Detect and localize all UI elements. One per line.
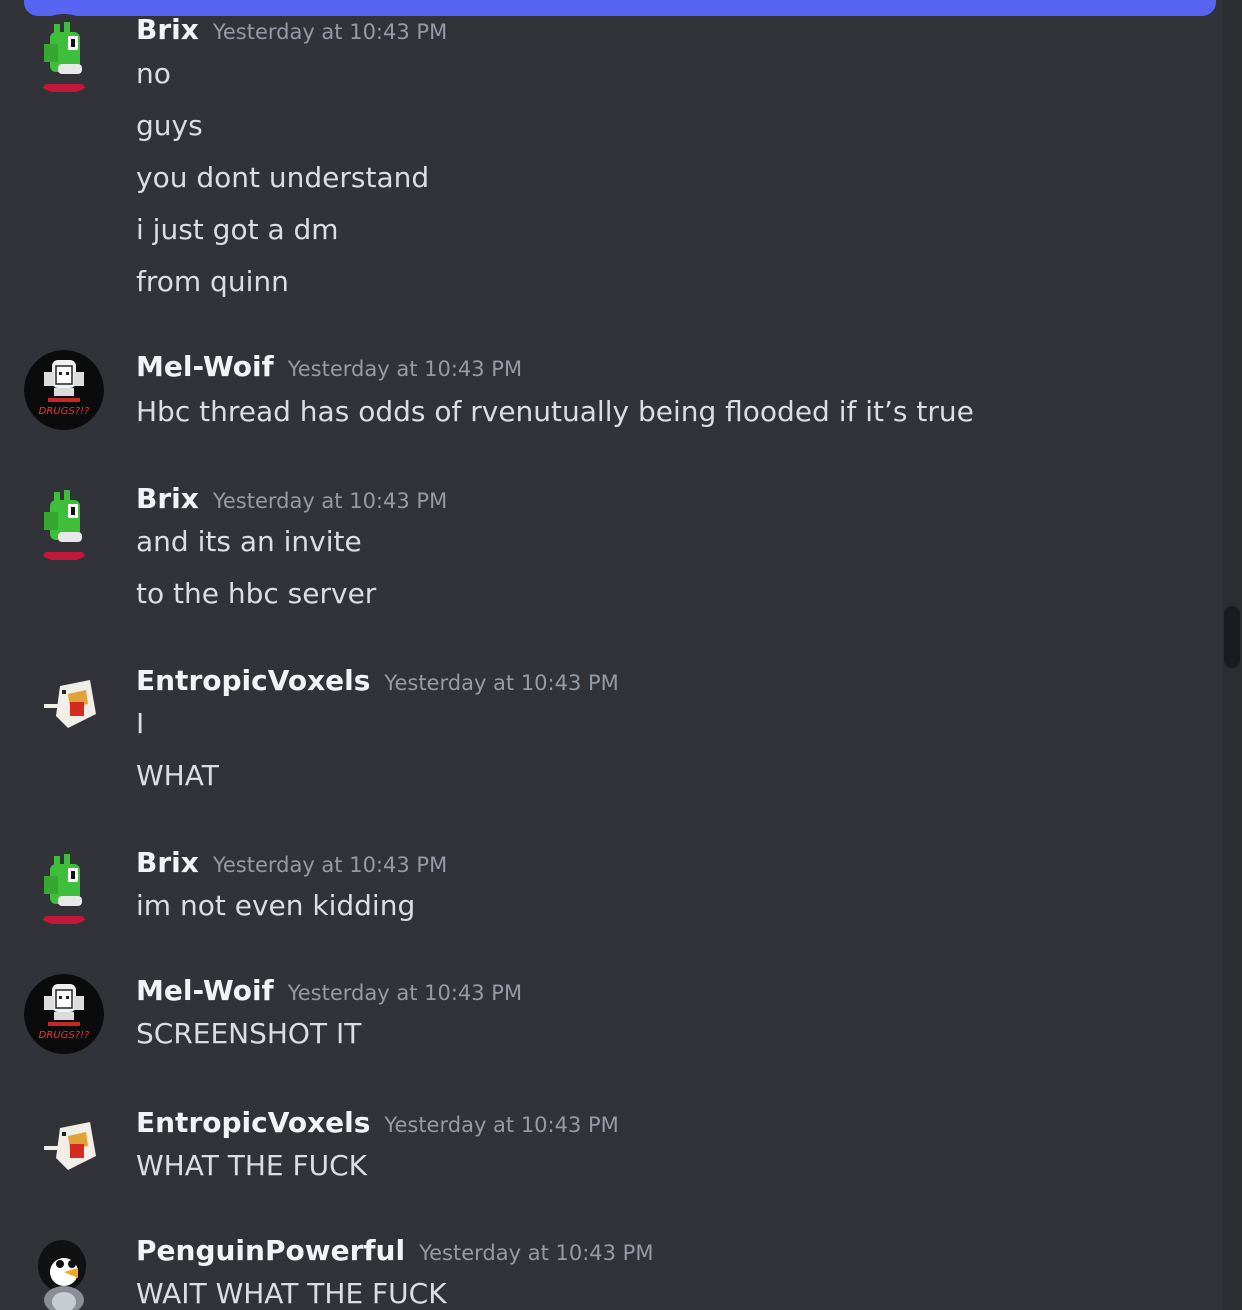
green-dragon-avatar-icon[interactable] (24, 14, 104, 94)
message-text: from quinn (136, 265, 289, 298)
message-timestamp[interactable]: Yesterday at 10:43 PM (213, 853, 447, 877)
green-dragon-avatar-icon[interactable] (24, 846, 104, 926)
message-text: WHAT (136, 759, 219, 792)
voxel-chicken-avatar-icon[interactable] (24, 1106, 104, 1186)
message-header: Mel-Woif Yesterday at 10:43 PM (136, 974, 522, 1010)
message-header: EntropicVoxels Yesterday at 10:43 PM (136, 664, 619, 700)
message-text: WHAT THE FUCK (136, 1149, 367, 1182)
drugs-portrait-avatar-icon[interactable]: DRUGS?!? (24, 350, 104, 430)
message-text: I (136, 707, 145, 740)
message-text: to the hbc server (136, 577, 377, 610)
avatar-caption: DRUGS?!? (39, 1030, 90, 1041)
message-text: im not even kidding (136, 889, 416, 922)
message-header: Brix Yesterday at 10:43 PM (136, 482, 447, 518)
scrollbar-thumb[interactable] (1224, 606, 1240, 668)
message-text: WAIT WHAT THE FUCK (136, 1277, 447, 1310)
username[interactable]: PenguinPowerful (136, 1234, 405, 1267)
message-text: SCREENSHOT IT (136, 1017, 362, 1050)
message-header: Mel-Woif Yesterday at 10:43 PM (136, 350, 522, 386)
username[interactable]: Brix (136, 846, 199, 879)
username[interactable]: Mel-Woif (136, 350, 274, 383)
message-text: you dont understand (136, 161, 430, 194)
message-timestamp[interactable]: Yesterday at 10:43 PM (288, 357, 522, 381)
message-timestamp[interactable]: Yesterday at 10:43 PM (288, 981, 522, 1005)
avatar-caption: DRUGS?!? (39, 406, 90, 417)
message-timestamp[interactable]: Yesterday at 10:43 PM (384, 671, 618, 695)
message-header: EntropicVoxels Yesterday at 10:43 PM (136, 1106, 619, 1142)
username[interactable]: Brix (136, 13, 199, 46)
voxel-chicken-avatar-icon[interactable] (24, 664, 104, 744)
message-text: and its an invite (136, 525, 362, 558)
green-dragon-avatar-icon[interactable] (24, 482, 104, 562)
username[interactable]: EntropicVoxels (136, 1106, 370, 1139)
message-text: i just got a dm (136, 213, 339, 246)
message-timestamp[interactable]: Yesterday at 10:43 PM (213, 489, 447, 513)
username[interactable]: EntropicVoxels (136, 664, 370, 697)
username[interactable]: Mel-Woif (136, 974, 274, 1007)
message-text: guys (136, 109, 203, 142)
drugs-portrait-avatar-icon[interactable]: DRUGS?!? (24, 974, 104, 1054)
message-header: PenguinPowerful Yesterday at 10:43 PM (136, 1234, 653, 1270)
chat-message-list: Brix Yesterday at 10:43 PM no guys you do… (0, 0, 1242, 1310)
message-header: Brix Yesterday at 10:43 PM (136, 13, 447, 49)
message-header: Brix Yesterday at 10:43 PM (136, 846, 447, 882)
penguin-avatar-icon[interactable] (24, 1234, 104, 1310)
message-timestamp[interactable]: Yesterday at 10:43 PM (419, 1241, 653, 1265)
username[interactable]: Brix (136, 482, 199, 515)
message-text: no (136, 57, 171, 90)
message-timestamp[interactable]: Yesterday at 10:43 PM (384, 1113, 618, 1137)
message-timestamp[interactable]: Yesterday at 10:43 PM (213, 20, 447, 44)
scrollbar-track[interactable] (1222, 0, 1242, 1310)
message-text: Hbc thread has odds of rvenutually being… (136, 395, 974, 428)
